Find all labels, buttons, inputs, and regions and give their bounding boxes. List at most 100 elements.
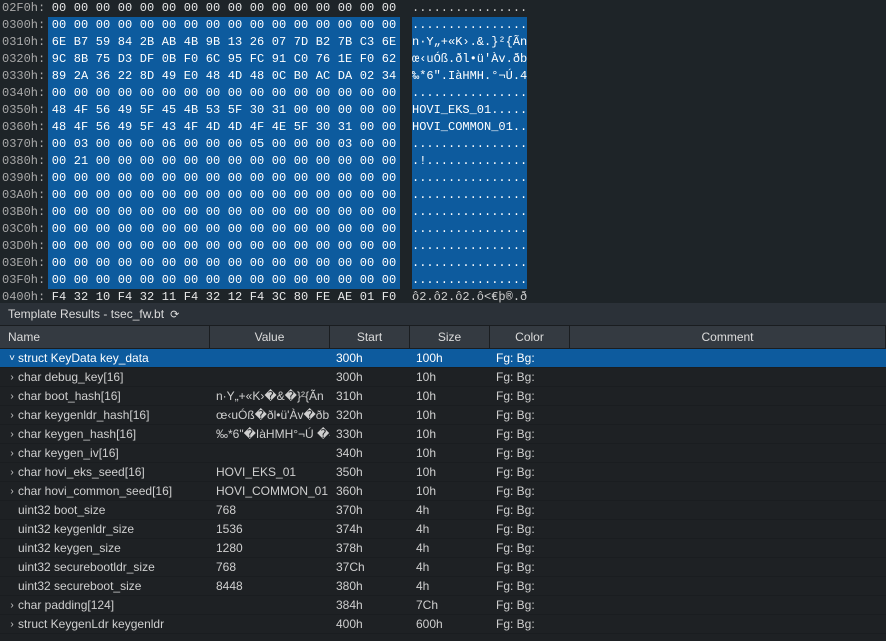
hex-viewer[interactable]: 02F0h:00000000000000000000000000000000..… [0,0,886,303]
table-row[interactable]: ›char hovi_eks_seed[16]HOVI_EKS_01350h10… [0,463,886,482]
hex-byte[interactable]: 49 [158,68,180,85]
hex-byte[interactable]: AC [312,68,334,85]
hex-byte[interactable]: 00 [268,153,290,170]
hex-byte[interactable]: 3C [268,289,290,303]
hex-byte[interactable]: 00 [92,187,114,204]
hex-byte[interactable]: 00 [334,221,356,238]
row-color[interactable]: Fg: Bg: [490,425,570,443]
table-row[interactable]: ˅struct KeyData key_data300h100hFg: Bg: [0,349,886,368]
hex-byte[interactable]: 00 [378,119,400,136]
hex-byte[interactable]: 00 [136,170,158,187]
table-row[interactable]: ›char hovi_common_seed[16]HOVI_COMMON_01… [0,482,886,501]
hex-byte[interactable]: 00 [180,85,202,102]
hex-byte[interactable]: 00 [136,255,158,272]
hex-byte[interactable]: 00 [114,255,136,272]
hex-byte[interactable]: 00 [48,221,70,238]
row-color[interactable]: Fg: Bg: [490,539,570,557]
hex-byte[interactable]: 7D [290,34,312,51]
hex-byte[interactable]: 00 [158,85,180,102]
hex-byte[interactable]: 00 [378,153,400,170]
hex-ascii[interactable]: ................ [412,221,527,238]
hex-byte[interactable]: 1E [334,51,356,68]
hex-byte[interactable]: F4 [48,289,70,303]
hex-byte[interactable]: 00 [268,170,290,187]
hex-byte[interactable]: 6C [202,51,224,68]
tree-toggle-icon[interactable]: › [6,425,18,443]
hex-byte[interactable]: 00 [246,204,268,221]
hex-byte[interactable]: 00 [312,255,334,272]
hex-byte[interactable]: 00 [246,221,268,238]
hex-ascii[interactable]: œ‹uÓß.ðl•ü'Àv.ðb [412,51,527,68]
hex-byte[interactable]: 00 [158,170,180,187]
hex-byte[interactable]: 00 [158,17,180,34]
hex-byte[interactable]: 4B [180,102,202,119]
table-row[interactable]: uint32 boot_size768370h4hFg: Bg: [0,501,886,520]
hex-byte[interactable]: 00 [180,204,202,221]
hex-ascii[interactable]: ................ [412,255,527,272]
hex-byte[interactable]: 00 [48,136,70,153]
hex-byte[interactable]: 6E [378,34,400,51]
hex-byte[interactable]: 00 [334,272,356,289]
hex-byte[interactable]: 00 [92,221,114,238]
hex-byte[interactable]: 00 [202,170,224,187]
hex-byte[interactable]: 00 [334,17,356,34]
hex-byte[interactable]: 5F [290,119,312,136]
hex-byte[interactable]: 00 [224,136,246,153]
hex-byte[interactable]: 00 [180,170,202,187]
hex-row[interactable]: 03E0h:00000000000000000000000000000000..… [0,255,886,272]
hex-byte[interactable]: 2A [70,68,92,85]
hex-byte[interactable]: 00 [312,170,334,187]
hex-byte[interactable]: 2B [136,34,158,51]
hex-row[interactable]: 0360h:484F56495F434F4D4D4F4E5F30310000HO… [0,119,886,136]
hex-byte[interactable]: 00 [290,187,312,204]
table-row[interactable]: ›char keygen_iv[16]340h10hFg: Bg: [0,444,886,463]
hex-byte[interactable]: F4 [114,289,136,303]
hex-byte[interactable]: 00 [290,221,312,238]
hex-byte[interactable]: 00 [70,238,92,255]
row-color[interactable]: Fg: Bg: [490,463,570,481]
hex-byte[interactable]: B2 [312,34,334,51]
hex-byte[interactable]: 00 [114,204,136,221]
hex-byte[interactable]: 00 [202,204,224,221]
hex-byte[interactable]: 02 [356,68,378,85]
hex-ascii[interactable]: .!.............. [412,153,527,170]
row-color[interactable]: Fg: Bg: [490,596,570,614]
hex-byte[interactable]: 56 [92,119,114,136]
hex-byte[interactable]: 00 [92,153,114,170]
hex-byte[interactable]: 00 [356,136,378,153]
hex-byte[interactable]: 00 [136,187,158,204]
hex-byte[interactable]: 00 [378,272,400,289]
hex-byte[interactable]: 00 [92,170,114,187]
hex-byte[interactable]: 8B [70,51,92,68]
hex-row[interactable]: 03A0h:00000000000000000000000000000000..… [0,187,886,204]
hex-byte[interactable]: 00 [268,238,290,255]
hex-byte[interactable]: 48 [48,102,70,119]
hex-byte[interactable]: 00 [312,221,334,238]
hex-byte[interactable]: 00 [202,272,224,289]
hex-byte[interactable]: 30 [246,102,268,119]
hex-byte[interactable]: 00 [202,0,224,17]
hex-byte[interactable]: 00 [92,238,114,255]
hex-byte[interactable]: 00 [136,238,158,255]
hex-byte[interactable]: 00 [136,0,158,17]
hex-byte[interactable]: 00 [268,255,290,272]
hex-byte[interactable]: 48 [48,119,70,136]
hex-byte[interactable]: 00 [48,153,70,170]
hex-ascii[interactable]: ................ [412,0,527,17]
hex-byte[interactable]: 00 [356,255,378,272]
table-row[interactable]: uint32 keygenldr_size1536374h4hFg: Bg: [0,520,886,539]
hex-ascii[interactable]: ................ [412,272,527,289]
hex-byte[interactable]: 00 [158,272,180,289]
hex-byte[interactable]: 00 [290,17,312,34]
hex-byte[interactable]: 00 [136,204,158,221]
hex-ascii[interactable]: ................ [412,85,527,102]
header-size[interactable]: Size [410,326,490,348]
hex-byte[interactable]: 00 [268,204,290,221]
hex-byte[interactable]: 00 [48,272,70,289]
hex-byte[interactable]: 00 [356,119,378,136]
hex-byte[interactable]: AE [334,289,356,303]
hex-byte[interactable]: 0B [158,51,180,68]
hex-byte[interactable]: 00 [356,272,378,289]
hex-row[interactable]: 02F0h:00000000000000000000000000000000..… [0,0,886,17]
hex-byte[interactable]: 4F [180,119,202,136]
